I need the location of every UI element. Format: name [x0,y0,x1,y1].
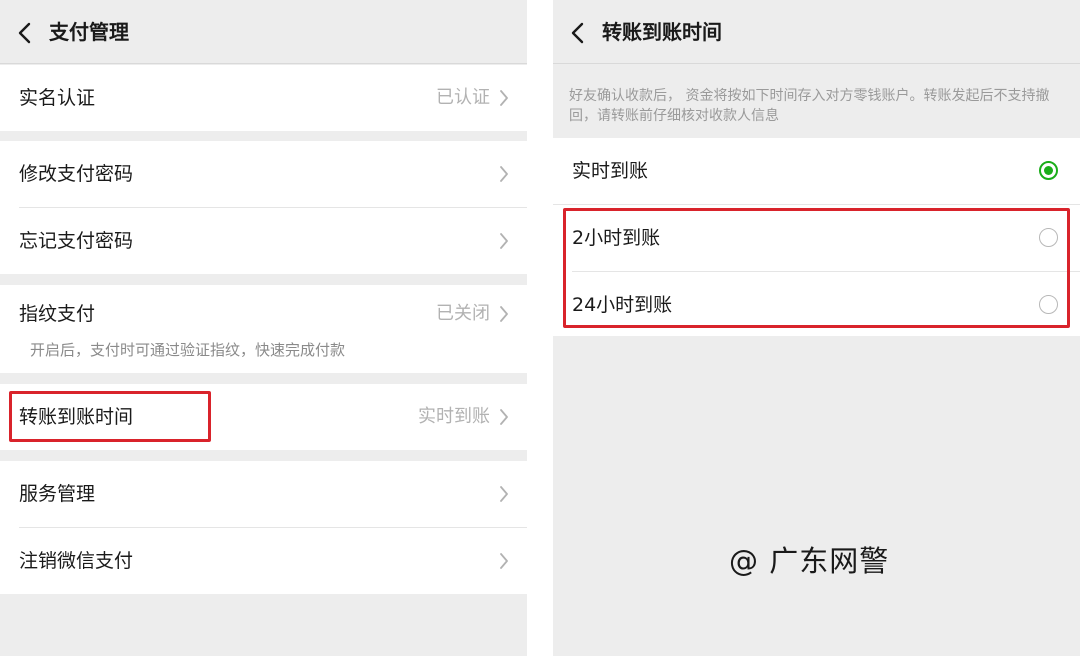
watermark: @ 广东网警 [729,544,890,578]
chevron-right-icon [500,90,508,106]
highlight-box [9,391,211,442]
chevron-right-icon [500,553,508,569]
fingerprint-hint: 开启后，支付时可通过验证指纹，快速完成付款 [30,341,346,359]
option-label: 实时到账 [572,160,649,182]
page-title: 支付管理 [49,20,129,44]
settings-group: 修改支付密码 忘记支付密码 [0,141,527,274]
radio-checked-icon[interactable] [1039,161,1058,180]
row-cancel-wechat-pay[interactable]: 注销微信支付 [0,528,527,594]
chevron-right-icon [500,166,508,182]
chevron-right-icon [500,306,508,322]
payment-management-screen: 支付管理 实名认证 已认证 修改支付密码 忘记支付密码 指纹支付 已关闭 开启后… [0,0,527,656]
chevron-right-icon [500,486,508,502]
row-label: 忘记支付密码 [19,230,134,252]
row-value: 已关闭 [436,303,490,324]
settings-group: 服务管理 注销微信支付 [0,461,527,594]
row-change-payment-password[interactable]: 修改支付密码 [0,141,527,207]
row-service-management[interactable]: 服务管理 [0,461,527,527]
highlight-box [563,208,1070,328]
settings-group: 实名认证 已认证 [0,65,527,131]
row-label: 注销微信支付 [19,550,134,572]
navigation-bar: 转账到账时间 [553,0,1080,64]
row-label: 指纹支付 [19,303,96,325]
back-arrow-icon[interactable] [16,22,36,44]
transfer-description: 好友确认收款后， 资金将按如下时间存入对方零钱账户。转账发起后不支持撤回，请转账… [569,88,1050,124]
option-realtime[interactable]: 实时到账 [553,138,1080,204]
row-forgot-payment-password[interactable]: 忘记支付密码 [0,208,527,274]
page-title: 转账到账时间 [602,20,722,44]
back-arrow-icon[interactable] [569,22,589,44]
row-label: 服务管理 [19,483,96,505]
navigation-bar: 支付管理 [0,0,527,64]
row-value: 已认证 [436,87,490,108]
row-label: 修改支付密码 [19,163,134,185]
row-fingerprint-payment[interactable]: 指纹支付 已关闭 [0,281,527,347]
row-real-name-verification[interactable]: 实名认证 已认证 [0,65,527,131]
row-label: 实名认证 [19,87,96,109]
settings-group: 指纹支付 已关闭 开启后，支付时可通过验证指纹，快速完成付款 [0,285,527,373]
row-value: 实时到账 [418,406,490,427]
transfer-time-screen: 转账到账时间 好友确认收款后， 资金将按如下时间存入对方零钱账户。转账发起后不支… [553,0,1080,656]
chevron-right-icon [500,233,508,249]
chevron-right-icon [500,409,508,425]
